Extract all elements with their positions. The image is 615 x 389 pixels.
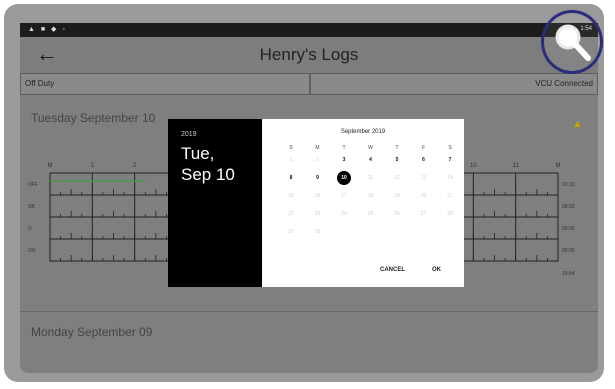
hour-tick-label: M [556,163,561,169]
calendar-day[interactable]: 4 [364,157,378,163]
calendar-day[interactable]: 22 [284,211,298,217]
weekday-5: F [421,145,426,151]
hour-tick-label: M [48,163,53,169]
picker-date: Sep 10 [181,165,235,184]
magnifier-icon[interactable] [544,13,600,71]
app-bar: ← Henry's Logs [20,37,598,73]
calendar-day[interactable]: 16 [311,193,325,199]
calendar-day[interactable]: 5 [390,157,404,163]
calendar-day[interactable]: 28 [443,211,457,217]
calendar-day[interactable]: 6 [417,157,431,163]
duty-status-strip: Off Duty [20,73,310,95]
row-total: 00:00 [562,248,575,254]
calendar-day[interactable]: 15 [284,193,298,199]
day-separator [20,311,598,312]
calendar-day[interactable]: 19 [390,193,404,199]
calendar-day[interactable]: 13 [417,175,431,181]
calendar-day[interactable]: 20 [417,193,431,199]
row-label: ON [28,248,36,254]
calendar-day[interactable]: 7 [443,157,457,163]
calendar-day[interactable]: 24 [337,211,351,217]
calendar-day[interactable]: 8 [284,175,298,181]
calendar-day[interactable]: 2 [311,157,325,163]
cancel-button[interactable]: CANCEL [380,267,405,273]
app-screen: ▲ ■ ◆ ◦ 1:54 ← Henry's Logs Off Duty VCU… [20,23,598,373]
hour-tick-label: 2 [133,163,137,169]
calendar-day[interactable]: 27 [417,211,431,217]
row-label: OFF [28,182,38,188]
calendar-day[interactable]: 14 [443,175,457,181]
picker-selected-date: Tue, Sep 10 [181,143,235,185]
picker-weekday: Tue, [181,144,215,163]
row-label: SB [28,204,35,210]
day-header-monday: Monday September 09 [31,325,153,339]
calendar-day[interactable]: 25 [364,211,378,217]
calendar-day[interactable]: 21 [443,193,457,199]
date-picker-dialog: 2019 Tue, Sep 10 September 2019 SMTWTFS … [168,119,464,287]
hour-tick-label: 10 [470,163,477,169]
weekday-4: T [395,145,399,151]
calendar-day[interactable]: 9 [311,175,325,181]
weekday-6: S [448,145,452,151]
weekday-0: S [289,145,293,151]
ok-button[interactable]: OK [432,267,441,273]
calendar-day[interactable]: 29 [284,229,298,235]
day-header-tuesday: Tuesday September 10 [31,111,156,125]
calendar-day[interactable]: 26 [390,211,404,217]
calendar-day[interactable]: 18 [364,193,378,199]
vcu-status-label: VCU Connected [535,79,593,88]
zoom-highlight [541,10,603,74]
vcu-status-strip: VCU Connected [310,73,598,95]
weekday-3: W [368,145,373,151]
calendar-day[interactable]: 3 [337,157,351,163]
status-bar: ▲ ■ ◆ ◦ 1:54 [20,23,598,37]
calendar-day[interactable]: 17 [337,193,351,199]
hour-tick-label: 11 [513,163,520,169]
grand-total: 19:54 [562,271,575,277]
calendar-day[interactable]: 11 [364,175,378,181]
weekday-2: T [342,145,346,151]
duty-status-label: Off Duty [25,79,55,88]
row-label: D [28,226,32,232]
calendar-day[interactable]: 1 [284,157,298,163]
picker-month-title: September 2019 [340,129,386,135]
row-total: 08:33 [562,204,575,210]
picker-year[interactable]: 2019 [181,131,197,138]
warning-icon[interactable]: ▲ [572,118,583,130]
row-total: 10:33 [562,182,575,188]
calendar-day[interactable]: 23 [311,211,325,217]
calendar-day[interactable]: 30 [311,229,325,235]
weekday-1: M [315,145,320,151]
status-icons: ▲ ■ ◆ ◦ [28,26,67,33]
hour-tick-label: 1 [91,163,95,169]
calendar-day[interactable]: 10 [337,171,351,185]
date-picker-header: 2019 Tue, Sep 10 [168,119,262,287]
calendar-day[interactable]: 12 [390,175,404,181]
page-title: Henry's Logs [259,45,359,64]
row-total: 00:00 [562,226,575,232]
